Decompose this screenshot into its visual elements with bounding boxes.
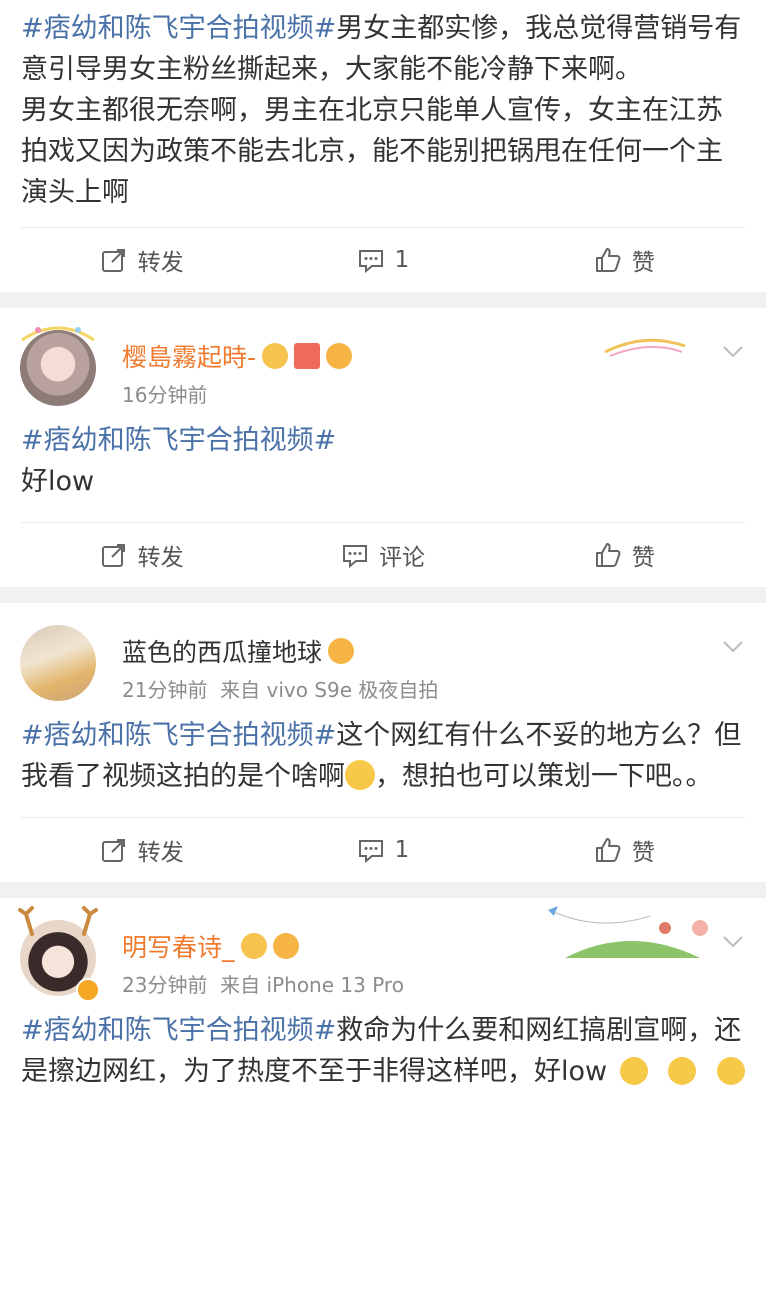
repost-icon (101, 249, 125, 272)
action-bar: 转发 1 赞 (21, 817, 745, 882)
username[interactable]: 明写春诗_ (122, 928, 299, 964)
like-button[interactable]: 赞 (504, 833, 745, 867)
action-bar: 转发 评论 赞 (21, 522, 745, 587)
pufferfish-badge-icon (328, 638, 355, 664)
comment-button[interactable]: 评论 (262, 538, 503, 572)
repost-icon (101, 839, 125, 862)
laughing-emoji-icon (345, 760, 375, 790)
repost-label: 转发 (137, 840, 184, 866)
chevron-down-icon[interactable] (720, 633, 746, 659)
post-meta: 16分钟前 (122, 379, 207, 408)
weibo-post-3: 蓝色的西瓜撞地球 21分钟前 来自 vivo S9e 极夜自拍 #痞幼和陈飞宇合… (0, 603, 766, 882)
username-text: 樱島霧起時- (122, 343, 257, 372)
comment-count: 1 (394, 247, 410, 273)
comment-icon (358, 250, 383, 274)
comment-icon (342, 545, 367, 569)
repost-button[interactable]: 转发 (21, 243, 262, 277)
like-label: 赞 (631, 250, 655, 276)
comment-label: 评论 (378, 545, 425, 571)
emoji-icon (619, 1057, 648, 1085)
repost-label: 转发 (137, 250, 184, 276)
pufferfish-badge-icon (272, 933, 299, 959)
antler-decoration (18, 906, 98, 936)
post-header: 樱島霧起時- 16分钟前 (0, 308, 766, 420)
thumbs-up-icon (595, 543, 621, 567)
post-content: #痞幼和陈飞宇合拍视频#这个网红有什么不妥的地方么？但我看了视频这拍的是个啥啊，… (0, 715, 766, 817)
post-text: 好low (21, 466, 95, 497)
post-meta: 21分钟前 来自 vivo S9e 极夜自拍 (122, 674, 438, 703)
post-content: #痞幼和陈飞宇合拍视频#男女主都实惨，我总觉得营销号有意引导男女主粉丝撕起来，大… (0, 0, 766, 227)
post-header: 明写春诗_ 23分钟前 来自 iPhone 13 Pro (0, 898, 766, 1010)
like-button[interactable]: 赞 (504, 243, 745, 277)
weibo-post-4: 明写春诗_ 23分钟前 来自 iPhone 13 Pro #痞幼和陈飞宇合拍视频… (0, 898, 766, 1298)
pufferfish-badge-icon (326, 343, 353, 369)
emoji-icon (716, 1057, 745, 1085)
like-button[interactable]: 赞 (504, 538, 745, 572)
repost-label: 转发 (137, 545, 184, 571)
hashtag[interactable]: #痞幼和陈飞宇合拍视频# (21, 720, 336, 751)
separator (0, 587, 766, 603)
like-label: 赞 (631, 840, 655, 866)
comment-count: 1 (394, 837, 410, 863)
repost-button[interactable]: 转发 (21, 538, 262, 572)
verified-badge-icon (76, 978, 100, 1002)
chevron-down-icon[interactable] (720, 928, 746, 954)
comment-button[interactable]: 1 (262, 836, 503, 864)
hashtag[interactable]: #痞幼和陈飞宇合拍视频# (21, 13, 336, 44)
hashtag[interactable]: #痞幼和陈飞宇合拍视频# (21, 1015, 336, 1046)
mountain-badge-icon (294, 343, 321, 369)
comment-button[interactable]: 1 (262, 246, 503, 274)
post-time: 23分钟前 (122, 973, 208, 997)
post-time: 21分钟前 (122, 678, 208, 702)
username[interactable]: 蓝色的西瓜撞地球 (122, 633, 355, 669)
repost-icon (101, 544, 125, 567)
avatar[interactable] (20, 625, 96, 701)
avatar-frame-decoration (21, 326, 95, 342)
username-text: 蓝色的西瓜撞地球 (122, 638, 323, 667)
weibo-post-2: 樱島霧起時- 16分钟前 #痞幼和陈飞宇合拍视频# 好low 转发 评论 赞 (0, 308, 766, 587)
chevron-down-icon[interactable] (720, 338, 746, 364)
repost-button[interactable]: 转发 (21, 833, 262, 867)
post-meta: 23分钟前 来自 iPhone 13 Pro (122, 969, 404, 998)
post-content: #痞幼和陈飞宇合拍视频# 好low (0, 420, 766, 522)
post-time: 16分钟前 (122, 383, 208, 407)
crown-badge-icon (262, 343, 289, 369)
crown-badge-icon (240, 933, 267, 959)
post-header: 蓝色的西瓜撞地球 21分钟前 来自 vivo S9e 极夜自拍 (0, 603, 766, 715)
card-decoration (604, 338, 686, 357)
thumbs-up-icon (595, 248, 621, 272)
separator (0, 882, 766, 898)
thumbs-up-icon (595, 838, 621, 862)
action-bar: 转发 1 赞 (21, 227, 745, 292)
separator (0, 292, 766, 308)
post-text-tail: ，想拍也可以策划一下吧。。 (375, 761, 713, 792)
emoji-icon (668, 1057, 697, 1085)
comment-icon (358, 840, 383, 864)
weibo-post-1: #痞幼和陈飞宇合拍视频#男女主都实惨，我总觉得营销号有意引导男女主粉丝撕起来，大… (0, 0, 766, 292)
post-text-2: 男女主都很无奈啊，男主在北京只能单人宣传，女主在江苏拍戏又因为政策不能去北京，能… (21, 95, 723, 208)
kite-hill-decoration (548, 906, 708, 958)
hashtag[interactable]: #痞幼和陈飞宇合拍视频# (21, 420, 745, 461)
post-source: 来自 vivo S9e 极夜自拍 (220, 678, 439, 702)
username-text: 明写春诗_ (122, 933, 235, 962)
like-label: 赞 (631, 545, 655, 571)
username[interactable]: 樱島霧起時- (122, 338, 353, 374)
post-source: 来自 iPhone 13 Pro (220, 973, 404, 997)
post-content: #痞幼和陈飞宇合拍视频#救命为什么要和网红搞剧宣啊，还是擦边网红，为了热度不至于… (0, 1010, 766, 1092)
